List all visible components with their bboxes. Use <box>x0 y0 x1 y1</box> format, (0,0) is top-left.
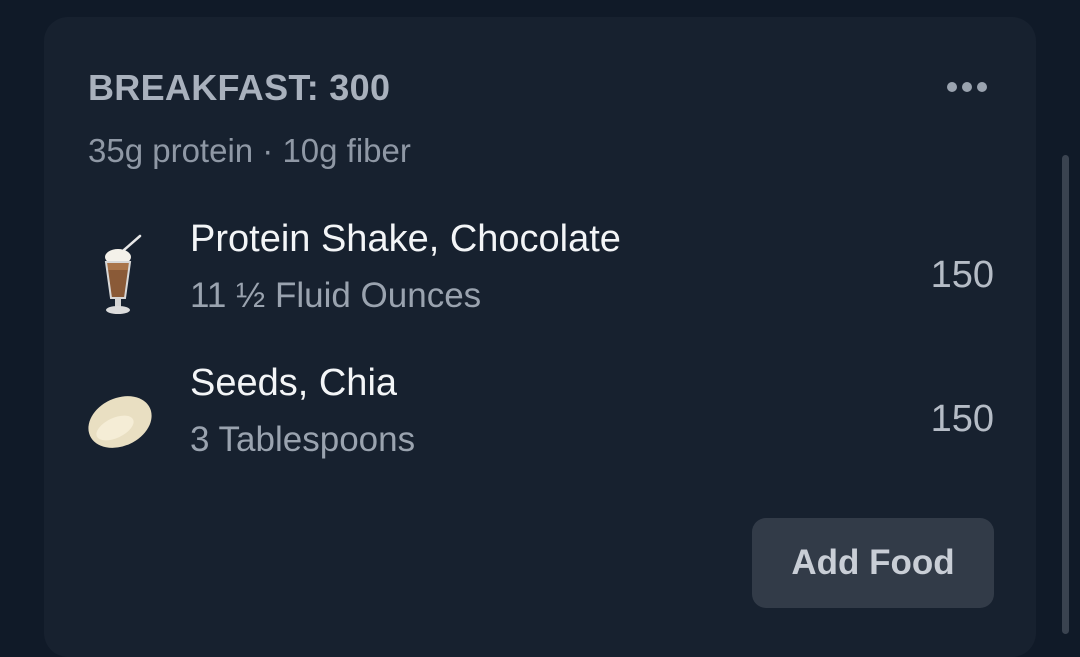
add-food-button[interactable]: Add Food <box>752 518 994 608</box>
food-calories: 150 <box>930 254 994 296</box>
seed-icon <box>88 374 160 464</box>
scrollbar[interactable] <box>1062 155 1069 634</box>
food-item-protein-shake[interactable]: Protein Shake, Chocolate 11 ½ Fluid Ounc… <box>44 218 1036 338</box>
meal-macros: 35g protein · 10g fiber <box>88 132 411 169</box>
more-options-button[interactable] <box>939 71 995 103</box>
meal-title: BREAKFAST: 300 <box>88 67 391 108</box>
food-name: Protein Shake, Chocolate <box>190 218 621 260</box>
food-name: Seeds, Chia <box>190 362 398 404</box>
food-calories: 150 <box>930 398 994 440</box>
food-serving: 3 Tablespoons <box>190 420 416 459</box>
milkshake-icon <box>88 230 160 320</box>
meal-card: BREAKFAST: 300 35g protein · 10g fiber P… <box>44 17 1036 657</box>
food-serving: 11 ½ Fluid Ounces <box>190 276 482 315</box>
food-item-chia-seeds[interactable]: Seeds, Chia 3 Tablespoons 150 <box>44 362 1036 482</box>
more-horizontal-icon <box>947 82 987 92</box>
